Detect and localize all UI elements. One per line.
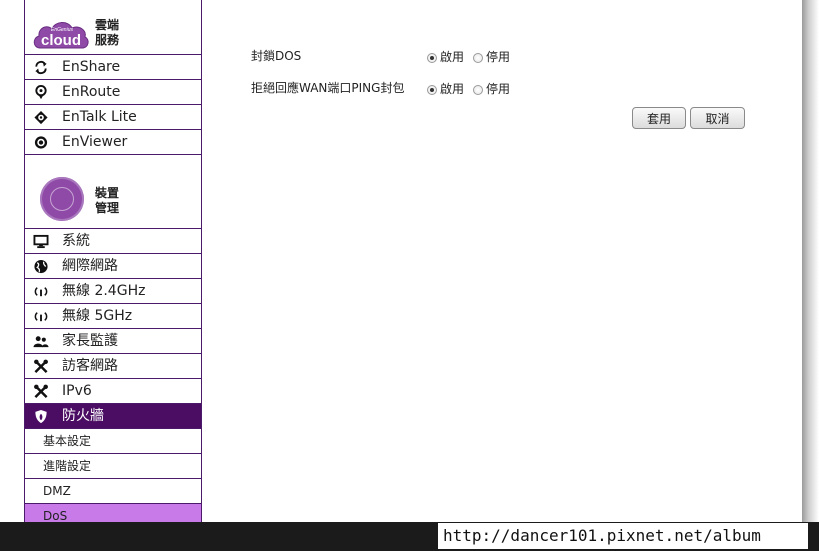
sidebar-item-wireless-24[interactable]: 無線 2.4GHz [25,279,201,304]
watermark-url: http://dancer101.pixnet.net/album [443,526,761,545]
sidebar-item-internet[interactable]: 網際網路 [25,254,201,279]
cloud-services-header: EnGenius cloud 雲端 服務 [25,0,201,55]
globe-icon [34,259,48,274]
device-section-title: 裝置 管理 [95,186,120,215]
reject-wan-ping-radio-group: 啟用 停用 [427,82,519,97]
wireless-icon [34,287,48,297]
sidebar-subitem-dmz[interactable]: DMZ [25,479,201,504]
reject-wan-ping-label: 拒絕回應WAN端口PING封包 [251,81,405,95]
sidebar-subitem-basic-settings[interactable]: 基本設定 [25,429,201,454]
device-management-logo [40,177,84,221]
sidebar-item-enviewer[interactable]: EnViewer [25,130,201,155]
sidebar-item-parental-control[interactable]: 家長監護 [25,329,201,354]
cloud-section-title: 雲端 服務 [95,18,120,47]
wireless-icon [34,312,48,322]
sidebar-subitem-dos[interactable]: DoS [25,504,201,522]
sidebar: EnGenius cloud 雲端 服務 EnShare EnRoute EnT… [24,0,202,522]
sidebar-item-guest-network[interactable]: 訪客網路 [25,354,201,379]
engenius-cloud-logo: EnGenius cloud [33,22,89,49]
shield-icon [35,409,47,424]
monitor-icon [33,234,49,249]
sidebar-item-ipv6[interactable]: IPv6 [25,379,201,404]
block-dos-label: 封鎖DOS [251,49,302,63]
page-shadow [802,0,819,551]
location-pin-icon [35,85,47,100]
sidebar-item-entalk-lite[interactable]: EnTalk Lite [25,105,201,130]
sidebar-item-firewall[interactable]: 防火牆 [25,404,201,429]
sync-icon [35,60,47,75]
reject-wan-ping-enable-radio[interactable] [427,84,437,95]
users-icon [33,336,49,348]
cancel-button[interactable]: 取消 [690,107,745,129]
apply-button[interactable]: 套用 [632,107,686,129]
camera-lens-icon [34,136,48,149]
device-management-header: 裝置 管理 [25,173,201,229]
block-dos-radio-group: 啟用 停用 [427,50,519,65]
block-dos-disable-radio[interactable] [473,52,484,63]
svg-text:cloud: cloud [41,32,81,49]
reject-wan-ping-disable-radio[interactable] [473,84,484,95]
tools-icon [34,359,48,373]
sidebar-item-enshare[interactable]: EnShare [25,55,201,80]
sidebar-item-enroute[interactable]: EnRoute [25,80,201,105]
talk-icon [34,110,48,125]
block-dos-enable-radio[interactable] [427,52,437,63]
sidebar-subitem-advanced-settings[interactable]: 進階設定 [25,454,201,479]
sidebar-item-wireless-5[interactable]: 無線 5GHz [25,304,201,329]
main-content: 封鎖DOS 啟用 停用 拒絕回應WAN端口PING封包 啟用 停用 套用 取消 [200,0,802,522]
sidebar-item-system[interactable]: 系統 [25,229,201,254]
tools-icon [34,384,48,398]
